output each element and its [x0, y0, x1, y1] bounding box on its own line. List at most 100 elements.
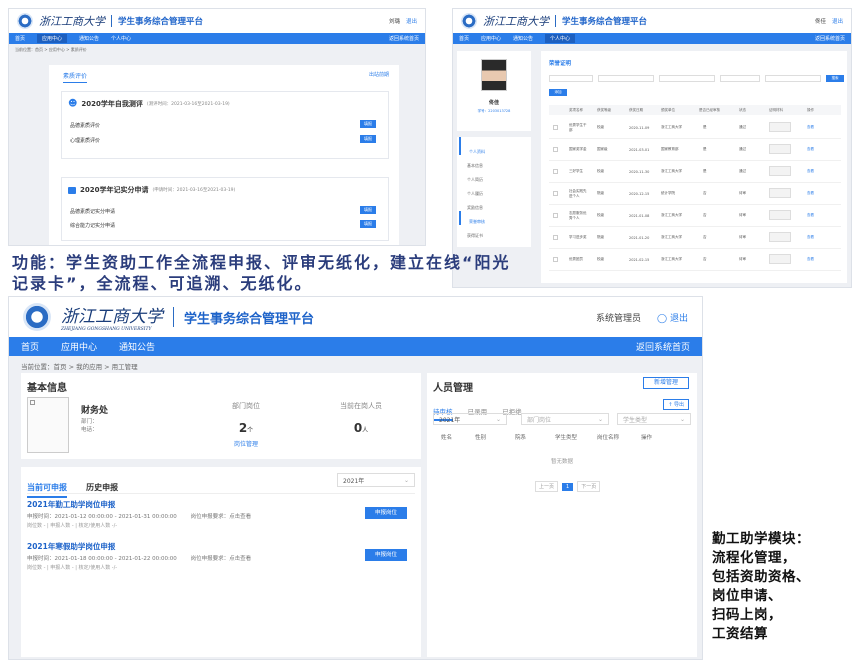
search-button[interactable]: 搜索 [826, 75, 844, 82]
new-management-button[interactable]: 新增管理 [643, 377, 689, 389]
cell-action-link[interactable]: 查看 [801, 257, 831, 262]
section1-title: 2020学年自我测评 [81, 100, 143, 108]
section1-meta: (测评时间：2021-03-16至2021-03-19) [146, 102, 230, 107]
section1-item-1-button[interactable]: 填报 [360, 120, 376, 128]
row-checkbox[interactable] [553, 147, 558, 152]
nav-home[interactable]: 首页 [459, 35, 469, 42]
cell-action-link[interactable]: 查看 [801, 169, 831, 174]
add-button[interactable]: 添加 [549, 89, 567, 96]
user-name[interactable]: 佟佳 [815, 17, 826, 25]
cell-action-link[interactable]: 查看 [801, 191, 831, 196]
row-checkbox[interactable] [553, 235, 558, 240]
back-home-link[interactable]: 返回系统首页 [636, 340, 690, 353]
user-name[interactable]: 系统管理员 [596, 311, 641, 324]
next-page-button[interactable]: 下一页 [577, 481, 601, 492]
col-gender: 性别 [475, 435, 487, 441]
filter-select-1[interactable] [549, 75, 593, 82]
proof-image[interactable] [769, 210, 791, 220]
proof-image[interactable] [769, 166, 791, 176]
row-checkbox[interactable] [553, 257, 558, 262]
nav-home[interactable]: 首页 [15, 35, 25, 42]
row-checkbox[interactable] [553, 191, 558, 196]
breadcrumb: 当前位置：首页 > 应用中心 > 素质评价 [15, 47, 87, 52]
tab-current-apply[interactable]: 当前可申报 [27, 482, 67, 498]
cell-level: 校级 [597, 257, 604, 261]
cell-proof-thumbnail[interactable] [763, 232, 801, 243]
back-home-link[interactable]: 返回系统首页 [389, 35, 419, 42]
nav-apps[interactable]: 应用中心 [37, 34, 68, 43]
export-button[interactable]: ↑ 导出 [663, 399, 689, 410]
menu-awards[interactable]: 奖励信息 [457, 197, 531, 211]
cell-action-link[interactable]: 查看 [801, 125, 831, 130]
cell-org: 浙江工商大学 [661, 213, 682, 217]
row-checkbox[interactable] [553, 213, 558, 218]
nav-apps[interactable]: 应用中心 [61, 340, 97, 353]
row-checkbox[interactable] [553, 125, 558, 130]
filter-input-5[interactable] [765, 75, 821, 82]
top-link[interactable]: 出站前期 [369, 71, 389, 78]
apply-item-2-time: 申报时间：2021-01-18 00:00:00 - 2021-01-22 00… [27, 556, 252, 562]
caption-line-3: 包括资助资格、 [712, 569, 810, 585]
cell-proof-thumbnail[interactable] [763, 144, 801, 155]
cell-audited: 否 [703, 213, 707, 217]
row-checkbox[interactable] [553, 169, 558, 174]
caption-line-2: 流程化管理， [712, 550, 796, 566]
department-image [27, 397, 69, 453]
proof-image[interactable] [769, 254, 791, 264]
apply-post-button-2[interactable]: 申报岗位 [365, 549, 407, 561]
cell-proof-thumbnail[interactable] [763, 210, 801, 221]
proof-image[interactable] [769, 188, 791, 198]
proof-image[interactable] [769, 144, 791, 154]
nav-notices[interactable]: 通知公告 [513, 35, 533, 42]
menu-basic-info[interactable]: 基本信息 [457, 155, 531, 169]
cell-status: 待审 [739, 257, 746, 261]
logout-link[interactable]: 退出 [406, 17, 417, 25]
cell-action-link[interactable]: 查看 [801, 235, 831, 240]
cell-proof-thumbnail[interactable] [763, 166, 801, 177]
cell-proof-thumbnail[interactable] [763, 122, 801, 133]
prev-page-button[interactable]: 上一页 [535, 481, 559, 492]
menu-resume[interactable]: 个人简历 [457, 169, 531, 183]
proof-image[interactable] [769, 122, 791, 132]
back-home-link[interactable]: 返回系统首页 [815, 35, 845, 42]
cell-action-link[interactable]: 查看 [801, 147, 831, 152]
menu-history[interactable]: 个人履历 [457, 183, 531, 197]
filter-input-2[interactable] [598, 75, 654, 82]
apply-post-button-1[interactable]: 申报岗位 [365, 507, 407, 519]
filter-row: 搜索 [549, 75, 844, 82]
chevron-down-icon: ⌄ [597, 415, 603, 423]
post-management-link[interactable]: 岗位管理 [211, 439, 281, 448]
filter-select-4[interactable] [720, 75, 760, 82]
nav-notices[interactable]: 通知公告 [79, 35, 99, 42]
nav-bar: 首页 应用中心 通知公告 返回系统首页 [9, 337, 702, 356]
filter-type-select[interactable]: 学生类型 ⌄ [617, 413, 691, 425]
cell-action-link[interactable]: 查看 [801, 213, 831, 218]
cell-proof-thumbnail[interactable] [763, 188, 801, 199]
user-name[interactable]: 刘璐 [389, 17, 400, 25]
menu-personal-info[interactable]: 个人资料 [459, 137, 531, 155]
cell-proof-thumbnail[interactable] [763, 254, 801, 265]
nav-apps[interactable]: 应用中心 [481, 35, 501, 42]
apply-item-1-title: 2021年勤工助学岗位申报 [27, 500, 116, 509]
menu-honor-review[interactable]: 荣誉审核 [459, 211, 531, 225]
menu-certificates[interactable]: 获得证书 [457, 225, 531, 239]
section1-item-2-button[interactable]: 填报 [360, 135, 376, 143]
nav-personal[interactable]: 个人中心 [545, 34, 576, 43]
filter-input-3[interactable] [659, 75, 715, 82]
page-1-button[interactable]: 1 [562, 482, 574, 491]
nav-personal[interactable]: 个人中心 [111, 35, 131, 42]
section2-item-1-button[interactable]: 填报 [360, 206, 376, 214]
table-row: 三好学生 校级 2020-11-30 浙江工商大学是通过 查看 [549, 161, 841, 183]
year-select[interactable]: 2021年 ⌄ [337, 473, 415, 487]
section2-item-2-button[interactable]: 填报 [360, 220, 376, 228]
nav-notices[interactable]: 通知公告 [119, 340, 155, 353]
apply-item-1-requirement[interactable]: 岗位申报要求：点击查看 [191, 514, 252, 520]
filter-year-select[interactable]: 2021年 ⌄ [433, 413, 507, 425]
logout-link[interactable]: ◯ 退出 [657, 311, 688, 324]
logout-link[interactable]: 退出 [832, 17, 843, 25]
filter-post-select[interactable]: 部门岗位 ⌄ [521, 413, 609, 425]
nav-home[interactable]: 首页 [21, 340, 39, 353]
feature-caption: 功能：学生资助工作全流程申报、评审无纸化，建立在线“阳光记录卡”，全流程、可追溯… [12, 252, 517, 294]
proof-image[interactable] [769, 232, 791, 242]
apply-item-2-requirement[interactable]: 岗位申报要求：点击查看 [191, 556, 252, 562]
